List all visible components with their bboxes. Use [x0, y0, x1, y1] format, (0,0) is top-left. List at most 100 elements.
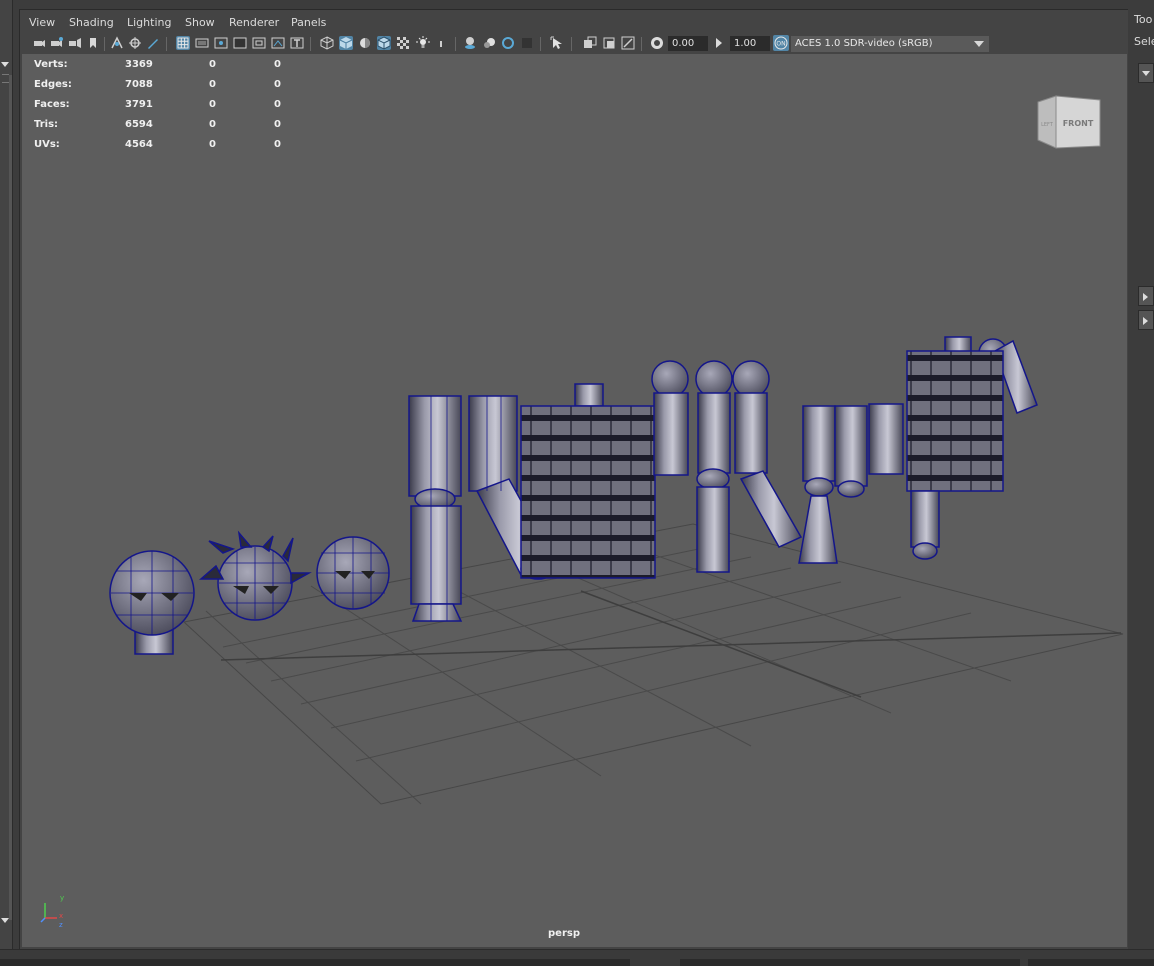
hud-value: 4564 [125, 139, 153, 150]
mesh-spiky-head[interactable] [198, 530, 312, 621]
mesh-brick-body[interactable] [520, 383, 656, 579]
tool-settings-panel: Too Sele [1128, 0, 1154, 965]
xray-active-components-icon[interactable] [602, 36, 616, 50]
hud-label: Tris: [34, 119, 59, 130]
menu-renderer[interactable]: Renderer [229, 16, 279, 29]
xray-icon[interactable] [583, 36, 597, 50]
panel-menubar: View Shading Lighting Show Renderer Pane… [20, 10, 1129, 34]
mesh-leg-segments[interactable] [408, 395, 463, 622]
textured-icon[interactable] [396, 36, 410, 50]
color-management-toggle[interactable]: ON [773, 35, 789, 51]
select-camera-icon[interactable] [32, 36, 46, 50]
isolate-select-icon[interactable] [550, 36, 564, 50]
hud-label: Edges: [34, 79, 72, 90]
hud-label: Verts: [34, 59, 68, 70]
hud-label: UVs: [34, 139, 60, 150]
depth-of-field-icon[interactable] [520, 36, 534, 50]
mesh-brick-torso[interactable] [906, 336, 1038, 560]
hud-value: 0 [274, 139, 281, 150]
bottom-status-bar [0, 949, 1154, 966]
mesh-limb-set[interactable] [651, 360, 803, 573]
collapse-arrow-icon[interactable] [1, 62, 9, 67]
hud-label: Faces: [34, 99, 70, 110]
bookmarks-icon[interactable] [68, 36, 82, 50]
view-cube[interactable]: FRONT LEFT [1036, 94, 1108, 154]
panel-toolbar: 0.00 1.00 ON ACES 1.0 SDR-video (sRGB) [20, 34, 1129, 54]
xray-joints-icon[interactable] [621, 36, 635, 50]
menu-shading[interactable]: Shading [69, 16, 114, 29]
color-space-dropdown[interactable]: ACES 1.0 SDR-video (sRGB) [791, 36, 989, 52]
default-material-icon[interactable] [358, 36, 372, 50]
chevron-right-icon [1143, 317, 1148, 325]
scene-canvas [40, 336, 1124, 923]
mesh-round-head[interactable] [316, 536, 390, 610]
left-scrollbar[interactable] [9, 75, 12, 920]
exposure-icon[interactable] [650, 36, 664, 50]
bookmark-icon[interactable] [86, 36, 100, 50]
svg-text:ON: ON [776, 41, 785, 48]
3d-viewport[interactable]: y z x Verts: 3369 0 0 Edges: 7088 0 0 Fa… [22, 54, 1127, 947]
ambient-occlusion-icon[interactable] [463, 36, 477, 50]
hud-value: 3791 [125, 99, 153, 110]
separator [2, 82, 9, 83]
safe-action-icon[interactable] [271, 36, 285, 50]
field-chart-icon[interactable] [252, 36, 266, 50]
hud-value: 0 [209, 59, 216, 70]
toolbar-separator [540, 37, 541, 51]
multisample-aa-icon[interactable] [501, 36, 515, 50]
safe-title-icon[interactable] [290, 36, 304, 50]
viewcube-front-label[interactable]: FRONT [1063, 119, 1094, 128]
model-panel: View Shading Lighting Show Renderer Pane… [19, 9, 1130, 950]
hud-value: 0 [209, 99, 216, 110]
axis-label-x: x [59, 912, 64, 920]
menu-panels[interactable]: Panels [291, 16, 326, 29]
hud-value: 0 [209, 119, 216, 130]
hud-value: 0 [209, 79, 216, 90]
hud-value: 0 [274, 99, 281, 110]
chevron-right-icon [1143, 293, 1148, 301]
wireframe-on-shaded-icon[interactable] [377, 36, 391, 50]
wireframe-icon[interactable] [320, 36, 334, 50]
scene-objects [109, 336, 1038, 655]
camera-name-label: persp [548, 928, 580, 939]
expand-section-button[interactable] [1138, 63, 1154, 83]
smooth-shade-icon[interactable] [339, 36, 353, 50]
hud-value: 7088 [125, 79, 153, 90]
toolbar-separator [310, 37, 311, 51]
2d-pan-zoom-icon[interactable] [128, 36, 142, 50]
collapsed-section-button[interactable] [1138, 286, 1154, 306]
axis-gizmo [40, 903, 57, 923]
lights-icon[interactable] [416, 36, 430, 50]
gamma-field[interactable]: 1.00 [730, 36, 770, 51]
mesh-ball-head[interactable] [109, 550, 195, 655]
menu-lighting[interactable]: Lighting [127, 16, 171, 29]
motion-blur-icon[interactable] [482, 36, 496, 50]
shadows-icon[interactable] [435, 36, 449, 50]
mesh-cone-legs[interactable] [798, 403, 904, 564]
film-gate-icon[interactable] [195, 36, 209, 50]
toolbar-separator [641, 37, 642, 51]
grid-icon[interactable] [176, 36, 190, 50]
image-plane-icon[interactable] [110, 36, 124, 50]
resolution-gate-icon[interactable] [214, 36, 228, 50]
toolbar-separator [455, 37, 456, 51]
grease-pencil-icon[interactable] [146, 36, 160, 50]
camera-attributes-icon[interactable] [50, 36, 64, 50]
hud-value: 3369 [125, 59, 153, 70]
gate-mask-icon[interactable] [233, 36, 247, 50]
axis-label-z: z [59, 921, 63, 929]
gamma-icon[interactable] [712, 36, 726, 50]
viewcube-left-label[interactable]: LEFT [1041, 122, 1054, 128]
exposure-field[interactable]: 0.00 [668, 36, 708, 51]
hud-value: 0 [274, 79, 281, 90]
tool-settings-tab[interactable]: Too [1134, 13, 1152, 26]
menu-show[interactable]: Show [185, 16, 215, 29]
toolbar-separator [104, 37, 105, 51]
toolbar-separator [166, 37, 167, 51]
hud-value: 0 [274, 119, 281, 130]
expand-arrow-icon[interactable] [1, 918, 9, 923]
select-tool-label: Sele [1134, 35, 1154, 48]
toolbar-separator [571, 37, 572, 51]
collapsed-section-button[interactable] [1138, 310, 1154, 330]
menu-view[interactable]: View [29, 16, 55, 29]
